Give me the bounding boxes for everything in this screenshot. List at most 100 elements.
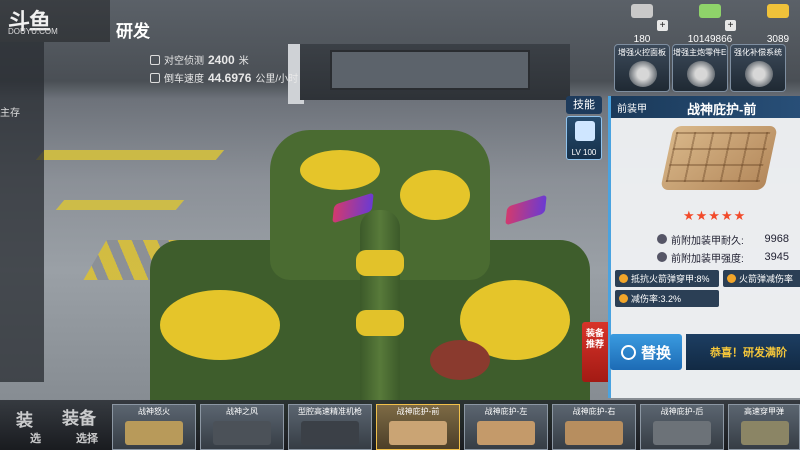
currency-cash: 10149866 +	[680, 0, 740, 45]
machine-gun-icon	[213, 421, 271, 445]
douyu-watermark: 斗鱼 DOUYU.COM	[0, 0, 110, 42]
strength-icon	[657, 252, 667, 262]
equip-partial-label: 装	[16, 411, 33, 430]
damage-reduction-icon	[619, 294, 628, 303]
cannon-barrel-icon	[125, 421, 183, 445]
perk-text: 抵抗火箭弹穿甲:8%	[631, 274, 710, 284]
gun-part-icon	[687, 61, 715, 87]
stat-value: 44.6976	[208, 70, 252, 85]
radar-icon	[150, 54, 160, 65]
slot-label: 战神庇护-前	[396, 407, 440, 416]
silver-medal-icon	[631, 4, 653, 18]
stat-unit: 米	[238, 56, 249, 67]
skill-label: 技能	[566, 96, 602, 114]
fire-control-icon	[629, 61, 657, 87]
gold-bar-icon	[767, 4, 789, 18]
add-silver-button[interactable]: +	[657, 20, 668, 31]
front-armor-icon	[389, 421, 447, 445]
slot-label: 高速穿甲弹	[744, 407, 784, 416]
stat-value: 2400	[208, 52, 235, 67]
equip-select-tab[interactable]: 装 选 装备 选择	[0, 400, 110, 450]
turret-emblem	[505, 194, 547, 226]
perk-text: 减伤率:3.2%	[631, 294, 682, 304]
equipment-slot[interactable]: 战神庇护-后	[640, 404, 724, 450]
camo-patch	[300, 150, 380, 190]
camo-patch	[430, 340, 490, 380]
equipment-slot[interactable]: 战神庇护-左	[464, 404, 548, 450]
add-cash-button[interactable]: +	[725, 20, 736, 31]
stat-label: 倒车速度	[164, 74, 204, 85]
gun-camo-band	[356, 310, 404, 336]
equipment-slot[interactable]: 型腔高速精准机枪	[288, 404, 372, 450]
gun-camo-band	[356, 250, 404, 276]
slot-label: 战神之风	[226, 407, 258, 416]
camo-patch	[160, 290, 280, 360]
ammo-crate-icon	[741, 421, 789, 445]
precision-gun-icon	[301, 421, 359, 445]
upgrade-tab-label: 强化补偿系统	[734, 48, 782, 57]
attribute-label: 前附加装甲强度:	[671, 253, 744, 265]
skill-button[interactable]: LV 100	[566, 116, 602, 160]
attribute-value: 9968	[764, 233, 789, 245]
right-armor-icon	[565, 421, 623, 445]
perk-badge: 火箭弹减伤率	[723, 270, 800, 287]
attribute-row: 前附加装甲耐久: 9968	[657, 230, 800, 248]
stat-anti-air: 对空侦测 2400 米	[150, 52, 249, 67]
slot-label: 型腔高速精准机枪	[298, 407, 362, 416]
upgrade-tab-fire-control[interactable]: 增强火控面板	[614, 44, 670, 92]
tank-model[interactable]	[130, 100, 610, 430]
research-complete-banner: 恭喜！研发满阶	[686, 334, 800, 370]
equipment-slot[interactable]: 高速穿甲弹	[728, 404, 800, 450]
perk-badge: 减伤率:3.2%	[615, 290, 719, 307]
logo-subtext: DOUYU.COM	[8, 27, 58, 36]
upgrade-tab-label: 增强主炮零件E5型	[673, 48, 727, 57]
choose-partial-label: 选	[30, 433, 41, 445]
stat-label: 对空侦测	[164, 56, 204, 67]
panel-header: 前装甲 战神庇护-前	[611, 96, 800, 118]
choose-label: 选择	[76, 433, 98, 445]
swap-button[interactable]: 替换	[610, 334, 682, 370]
swap-label: 替换	[640, 344, 671, 362]
compensation-system-icon	[745, 61, 773, 87]
part-category: 前装甲	[617, 104, 647, 115]
equipment-slot[interactable]: 战神怒火	[112, 404, 196, 450]
page-title: 研发	[116, 22, 150, 41]
currency-silver: 180 +	[612, 0, 672, 45]
upgrade-tab-compensation[interactable]: 强化补偿系统	[730, 44, 786, 92]
left-side-strip: 主存	[0, 42, 44, 382]
perk-text: 火箭弹减伤率	[739, 274, 794, 284]
part-rating-stars: ★★★★★	[683, 208, 747, 223]
cash-icon	[699, 4, 721, 18]
equipment-slot-selected[interactable]: 战神庇护-前	[376, 404, 460, 450]
attribute-label: 前附加装甲耐久:	[671, 235, 744, 247]
equipment-slot[interactable]: 战神之风	[200, 404, 284, 450]
upgrade-tab-label: 增强火控面板	[618, 48, 666, 57]
speed-icon	[150, 72, 160, 83]
stat-unit: 公里/小时	[255, 74, 299, 85]
game-screen: 主存 斗鱼 DOUYU.COM 研发 对空侦测 2400 米 倒车速度 44.6…	[0, 0, 800, 450]
attribute-value: 3945	[764, 251, 789, 263]
skill-icon	[575, 121, 595, 141]
equipment-slot[interactable]: 战神庇护-右	[552, 404, 636, 450]
rocket-resist-icon	[619, 274, 628, 283]
swap-icon	[620, 344, 636, 360]
armor-plate-grid	[665, 132, 771, 182]
skill-level: LV 100	[571, 148, 597, 157]
equip-label: 装备	[62, 409, 96, 428]
durability-icon	[657, 234, 667, 244]
currency-gold: 3089	[748, 0, 800, 45]
equip-recommend-tab[interactable]: 装备推荐	[582, 322, 608, 382]
stat-reverse-speed: 倒车速度 44.6976 公里/小时	[150, 70, 298, 85]
slot-label: 战神庇护-左	[484, 407, 528, 416]
garage-window	[330, 50, 530, 90]
slot-label: 战神庇护-右	[572, 407, 616, 416]
rear-armor-icon	[653, 421, 711, 445]
rocket-damage-icon	[727, 274, 736, 283]
side-tab-label[interactable]: 主存	[0, 104, 20, 119]
left-armor-icon	[477, 421, 535, 445]
camo-patch	[400, 170, 470, 220]
upgrade-tab-main-gun[interactable]: 增强主炮零件E5型	[672, 44, 728, 92]
slot-label: 战神庇护-后	[660, 407, 704, 416]
perk-badge: 抵抗火箭弹穿甲:8%	[615, 270, 719, 287]
slot-label: 战神怒火	[138, 407, 170, 416]
